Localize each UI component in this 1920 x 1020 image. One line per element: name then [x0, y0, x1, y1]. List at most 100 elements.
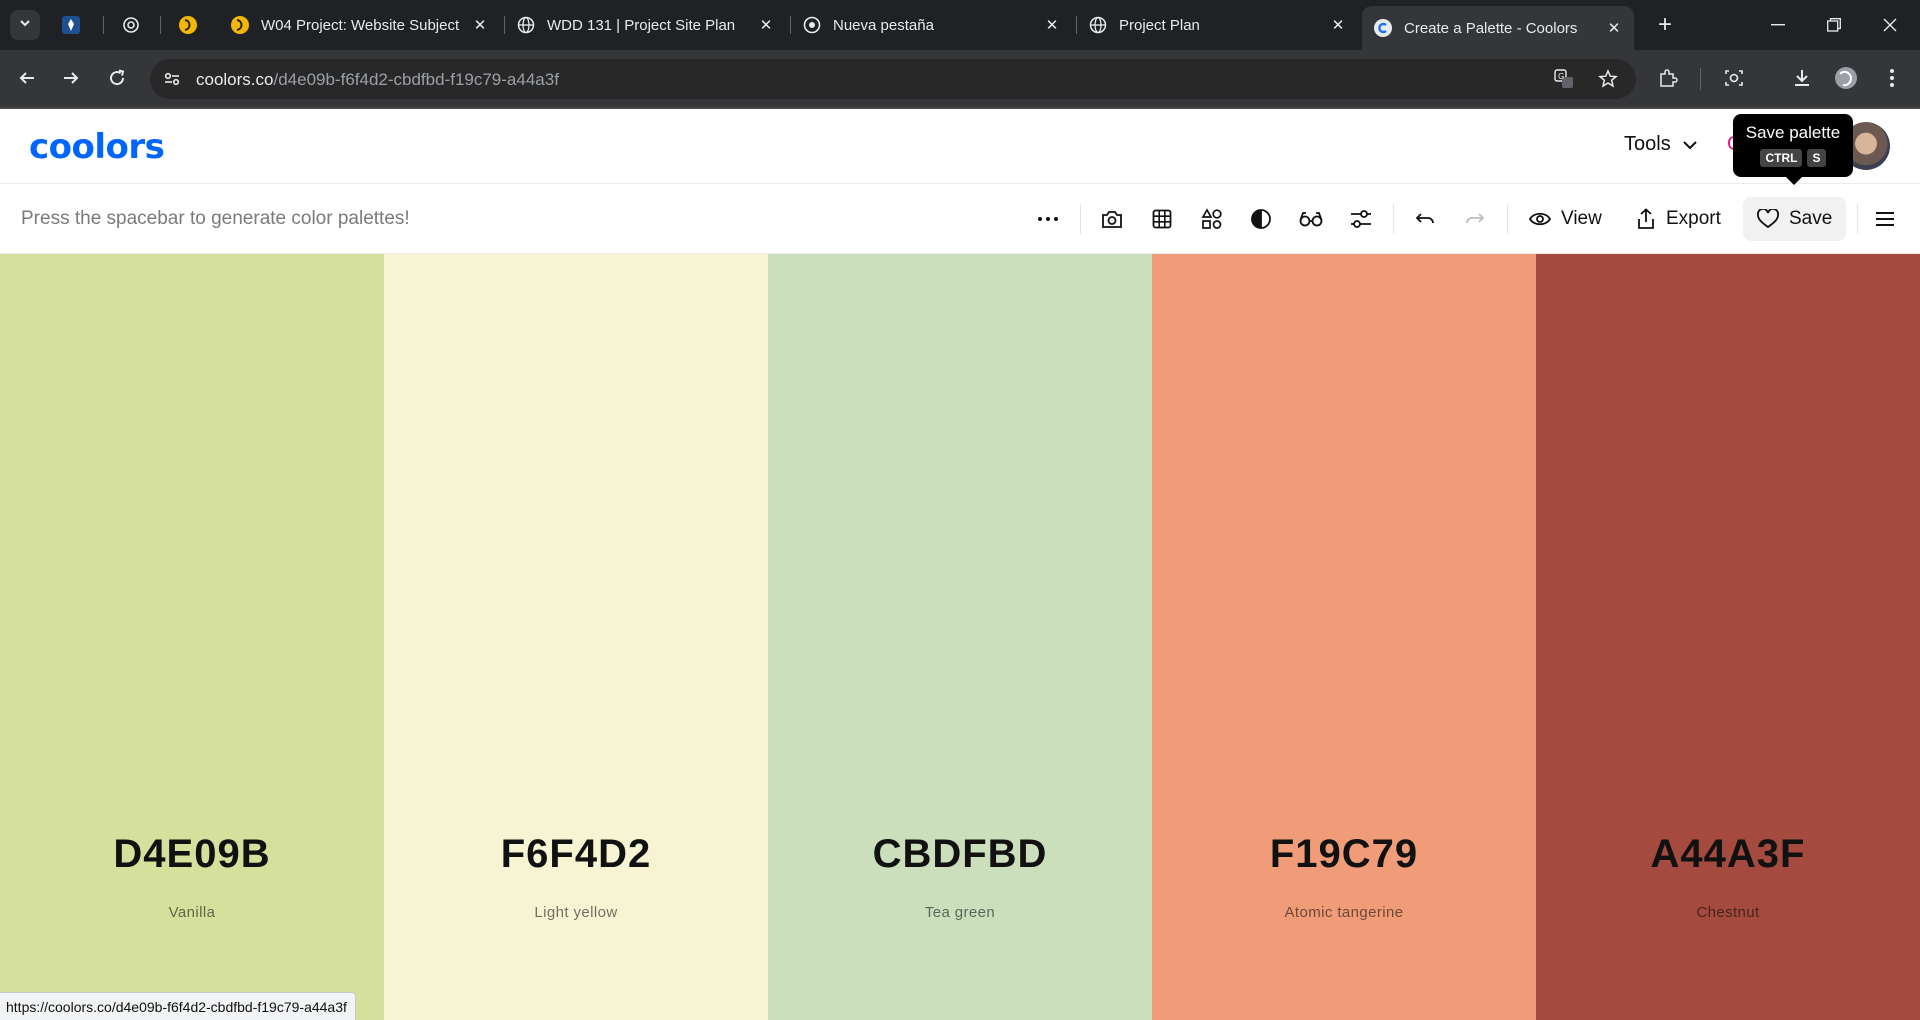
minimize-button[interactable] [1750, 0, 1806, 50]
save-label: Save [1789, 208, 1833, 229]
profile-button[interactable] [1830, 62, 1862, 94]
tab-pinned-3[interactable] [179, 8, 203, 42]
image-picker-button[interactable] [1095, 202, 1129, 236]
color-blindness-button[interactable] [1294, 202, 1328, 236]
pinned-site-icon [62, 16, 80, 34]
forward-button[interactable] [55, 62, 87, 94]
restore-button[interactable] [1806, 0, 1862, 50]
color-swatch[interactable]: A44A3F Chestnut [1536, 254, 1920, 1020]
redo-button[interactable] [1458, 202, 1492, 236]
window-close-button[interactable] [1862, 0, 1918, 50]
plus-icon: + [1657, 11, 1672, 38]
color-swatch[interactable]: F6F4D2 Light yellow [384, 254, 768, 1020]
color-swatch[interactable]: D4E09B Vanilla [0, 254, 384, 1020]
tab-project-plan[interactable]: Project Plan ✕ [1089, 8, 1348, 42]
eye-icon [1529, 212, 1551, 226]
color-name[interactable]: Atomic tangerine [1152, 904, 1536, 921]
url-path: /d4e09b-f6f4d2-cbdfbd-f19c79-a44a3f [273, 70, 559, 89]
byu-icon [179, 16, 197, 34]
star-icon[interactable] [1596, 67, 1620, 91]
browser-menu-button[interactable] [1876, 62, 1908, 94]
coolors-logo[interactable]: coolors [29, 127, 165, 167]
shortcut-key-s: S [1807, 149, 1826, 167]
undo-button[interactable] [1408, 202, 1442, 236]
byu-icon [231, 16, 249, 34]
hamburger-icon [1876, 212, 1894, 226]
view-button[interactable]: View [1515, 197, 1616, 241]
globe-icon [517, 16, 535, 34]
heart-icon [1757, 209, 1779, 229]
back-button[interactable] [11, 62, 43, 94]
color-hex[interactable]: A44A3F [1536, 832, 1920, 877]
color-swatch[interactable]: CBDFBD Tea green [768, 254, 1152, 1020]
color-hex[interactable]: D4E09B [0, 832, 384, 877]
svg-text:G: G [1558, 72, 1564, 81]
undo-icon [1415, 213, 1434, 224]
tools-menu-button[interactable]: Tools [1624, 133, 1699, 156]
tab-pinned-2[interactable] [122, 8, 146, 42]
arrow-left-icon [19, 72, 34, 84]
shapes-icon [1201, 208, 1222, 229]
downloads-button[interactable] [1786, 62, 1818, 94]
color-hex[interactable]: CBDFBD [768, 832, 1152, 877]
puzzle-icon [1660, 69, 1678, 87]
reload-button[interactable] [101, 62, 133, 94]
tab-project-site-plan[interactable]: WDD 131 | Project Site Plan ✕ [517, 8, 776, 42]
kebab-menu-icon [1890, 69, 1894, 87]
chevron-down-icon [18, 16, 32, 35]
tab-title: W04 Project: Website Subject [261, 16, 460, 34]
url-text[interactable]: coolors.co/d4e09b-f6f4d2-cbdfbd-f19c79-a… [196, 70, 559, 90]
close-icon[interactable]: ✕ [756, 15, 776, 35]
camera-capture-icon [1725, 70, 1743, 86]
close-icon[interactable]: ✕ [1328, 15, 1348, 35]
color-name[interactable]: Vanilla [0, 904, 384, 921]
tooltip-title: Save palette [1745, 123, 1841, 142]
save-button[interactable]: Save [1743, 197, 1847, 241]
contrast-checker-button[interactable] [1244, 202, 1278, 236]
link-status-bar: https://coolors.co/d4e09b-f6f4d2-cbdfbd-… [0, 992, 356, 1020]
close-icon [1883, 18, 1897, 32]
screenshot-button[interactable] [1718, 62, 1750, 94]
restore-icon [1827, 18, 1841, 32]
address-bar[interactable]: coolors.co/d4e09b-f6f4d2-cbdfbd-f19c79-a… [150, 59, 1636, 99]
tab-new-tab[interactable]: Nueva pestaña ✕ [803, 8, 1062, 42]
translate-icon[interactable]: G [1552, 67, 1576, 91]
tab-title: Project Plan [1119, 16, 1200, 34]
tab-title: Create a Palette - Coolors [1404, 19, 1578, 37]
close-icon[interactable]: ✕ [1042, 15, 1062, 35]
contrast-icon [1251, 209, 1271, 229]
tab-search-button[interactable] [10, 10, 40, 40]
reload-icon [110, 69, 125, 86]
grid-icon [1152, 209, 1172, 229]
more-options-button[interactable] [1031, 202, 1065, 236]
tab-coolors-active[interactable]: Create a Palette - Coolors ✕ [1362, 6, 1634, 50]
close-icon[interactable]: ✕ [470, 15, 490, 35]
color-name[interactable]: Light yellow [384, 904, 768, 921]
tab-w04-project[interactable]: W04 Project: Website Subject ✕ [231, 8, 490, 42]
visualize-button[interactable] [1195, 202, 1229, 236]
minimize-icon [1771, 24, 1785, 26]
shortcut-key-ctrl: CTRL [1760, 149, 1803, 167]
tab-pinned-1[interactable] [62, 8, 86, 42]
new-tab-button[interactable]: + [1650, 10, 1680, 40]
more-horizontal-icon [1038, 217, 1058, 221]
camera-icon [1102, 211, 1122, 228]
color-hex[interactable]: F6F4D2 [384, 832, 768, 877]
tools-label: Tools [1624, 133, 1671, 155]
close-icon[interactable]: ✕ [1604, 18, 1624, 38]
color-name[interactable]: Tea green [768, 904, 1152, 921]
palette-grid-button[interactable] [1145, 202, 1179, 236]
hamburger-menu-button[interactable] [1868, 202, 1902, 236]
color-name[interactable]: Chestnut [1536, 904, 1920, 921]
save-palette-tooltip: Save palette CTRL S [1733, 114, 1853, 185]
color-swatch[interactable]: F19C79 Atomic tangerine [1152, 254, 1536, 1020]
export-button[interactable]: Export [1622, 197, 1735, 241]
color-hex[interactable]: F19C79 [1152, 832, 1536, 877]
extensions-button[interactable] [1652, 62, 1684, 94]
site-info-icon[interactable] [160, 67, 184, 91]
tab-title: Nueva pestaña [833, 16, 934, 34]
adjust-palette-button[interactable] [1344, 202, 1378, 236]
glasses-icon [1299, 212, 1323, 227]
spacebar-hint: Press the spacebar to generate color pal… [21, 208, 410, 229]
browser-tab-bar: W04 Project: Website Subject ✕ WDD 131 |… [0, 0, 1920, 50]
